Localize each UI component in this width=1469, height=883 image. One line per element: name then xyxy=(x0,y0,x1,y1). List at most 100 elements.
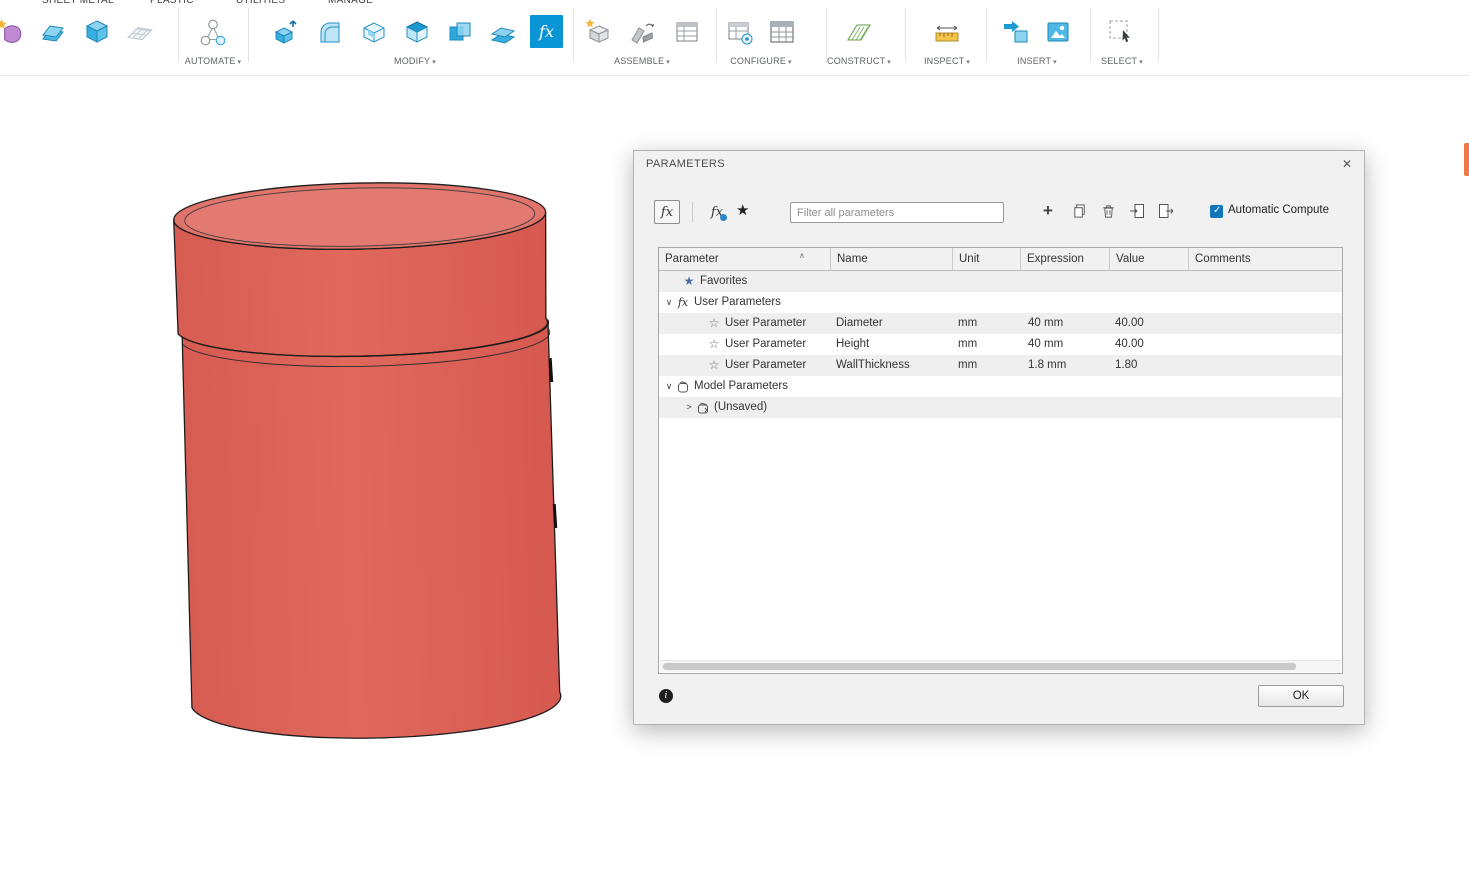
info-icon[interactable]: i xyxy=(659,689,673,703)
cell xyxy=(1189,334,1342,355)
chevron-right-icon[interactable]: > xyxy=(683,397,695,418)
toolbar-separator xyxy=(716,8,717,62)
group-label-select[interactable]: SELECT xyxy=(1101,56,1137,66)
tab-utilities[interactable]: UTILITIES xyxy=(236,0,285,6)
joint-icon[interactable] xyxy=(625,15,659,49)
press-pull-icon[interactable] xyxy=(270,15,304,49)
cell xyxy=(831,292,953,313)
filter-input[interactable] xyxy=(790,202,1004,223)
cell xyxy=(1021,271,1110,292)
cell xyxy=(1021,292,1110,313)
fillet-icon[interactable] xyxy=(313,15,347,49)
group-label-assemble[interactable]: ASSEMBLE xyxy=(614,56,664,66)
automate-icon[interactable] xyxy=(196,15,230,49)
dialog-footer: i OK xyxy=(634,674,1364,724)
toolbar-separator xyxy=(1158,8,1159,62)
parameter-row-favorites[interactable]: ★Favorites xyxy=(659,271,1342,292)
group-label-configure[interactable]: CONFIGURE xyxy=(730,56,786,66)
import-parameters-icon[interactable] xyxy=(1128,202,1146,220)
construct-plane-icon[interactable] xyxy=(842,15,876,49)
parameter-row-height[interactable]: ☆User ParameterHeightmm40 mm40.00 xyxy=(659,334,1342,355)
mesh-icon[interactable] xyxy=(123,15,157,49)
tab-plastic[interactable]: PLASTIC xyxy=(150,0,194,6)
favorite-toggle-icon[interactable]: ☆ xyxy=(706,334,722,355)
user-parameters-fx-button[interactable]: fx xyxy=(654,200,680,224)
header-comments[interactable]: Comments xyxy=(1189,248,1342,270)
canvas-icon[interactable] xyxy=(1041,15,1075,49)
favorite-toggle-icon[interactable]: ☆ xyxy=(706,313,722,334)
configuration-table-icon[interactable] xyxy=(765,15,799,49)
cell: 40.00 xyxy=(1110,334,1189,355)
parameter-row-user-parameters[interactable]: ∨fxUser Parameters xyxy=(659,292,1342,313)
parameters-dialog: PARAMETERS ✕ fx fx ★ + Automatic Compute… xyxy=(633,150,1365,725)
group-label-automate[interactable]: AUTOMATE xyxy=(185,56,236,66)
cell xyxy=(1110,271,1189,292)
chevron-down-icon[interactable]: ∨ xyxy=(663,292,675,313)
group-label-modify[interactable]: MODIFY xyxy=(394,56,430,66)
toolbar-separator xyxy=(1090,8,1091,62)
favorites-filter-star-icon[interactable]: ★ xyxy=(736,201,749,219)
cell: 1.8 mm xyxy=(1021,355,1110,376)
copy-parameter-icon[interactable] xyxy=(1070,202,1088,220)
cell xyxy=(1110,397,1189,418)
cell xyxy=(953,397,1021,418)
header-expression[interactable]: Expression xyxy=(1021,248,1110,270)
export-parameters-icon[interactable] xyxy=(1157,202,1175,220)
ok-button[interactable]: OK xyxy=(1258,685,1344,707)
horizontal-scrollbar[interactable] xyxy=(660,660,1341,672)
solid-box-icon[interactable] xyxy=(80,15,114,49)
header-unit[interactable]: Unit xyxy=(953,248,1021,270)
favorite-toggle-icon[interactable]: ☆ xyxy=(706,355,722,376)
sort-indicator-icon: ∧ xyxy=(799,248,805,267)
model-cylinder[interactable] xyxy=(155,170,575,750)
cell xyxy=(1189,376,1342,397)
tab-sheet-metal[interactable]: SHEET METAL xyxy=(42,0,114,6)
bom-icon[interactable] xyxy=(670,15,704,49)
row-label: Favorites xyxy=(700,271,747,292)
cell xyxy=(1189,355,1342,376)
group-label-construct[interactable]: CONSTRUCT xyxy=(827,56,885,66)
change-parameters-icon[interactable]: fx xyxy=(530,15,563,48)
surface-icon[interactable] xyxy=(36,15,70,49)
cell xyxy=(1189,292,1342,313)
header-parameter[interactable]: Parameter∧ xyxy=(659,248,831,270)
toolbar-separator xyxy=(905,8,906,62)
toolbar-separator xyxy=(178,8,179,62)
cell: 40 mm xyxy=(1021,334,1110,355)
group-label-inspect[interactable]: INSPECT xyxy=(924,56,964,66)
header-name[interactable]: Name xyxy=(831,248,953,270)
tab-manage[interactable]: MANAGE xyxy=(328,0,373,6)
new-component-icon[interactable] xyxy=(581,15,615,49)
parameter-row-unsaved[interactable]: > (Unsaved) xyxy=(659,397,1342,418)
cell: mm xyxy=(953,355,1021,376)
configure-icon[interactable] xyxy=(723,15,757,49)
close-icon[interactable]: ✕ xyxy=(1338,155,1356,173)
toolbar-separator xyxy=(986,8,987,62)
automatic-compute-checkbox[interactable] xyxy=(1210,205,1223,218)
measure-icon[interactable] xyxy=(930,15,964,49)
cell xyxy=(953,271,1021,292)
parameter-row-diameter[interactable]: ☆User ParameterDiametermm40 mm40.00 xyxy=(659,313,1342,334)
header-value[interactable]: Value xyxy=(1110,248,1189,270)
draft-icon[interactable] xyxy=(400,15,434,49)
toolbar-separator xyxy=(248,8,249,62)
select-icon[interactable] xyxy=(1104,15,1138,49)
row-label: (Unsaved) xyxy=(714,397,767,418)
row-label: User Parameter xyxy=(725,334,806,355)
scrollbar-thumb[interactable] xyxy=(663,663,1296,670)
create-form-icon[interactable] xyxy=(0,15,27,49)
group-label-insert[interactable]: INSERT xyxy=(1017,56,1051,66)
cell: 1.80 xyxy=(1110,355,1189,376)
add-parameter-icon[interactable]: + xyxy=(1039,202,1057,220)
derived-parameter-fx-icon[interactable]: fx xyxy=(704,200,730,224)
chevron-down-icon[interactable]: ∨ xyxy=(663,376,675,397)
toolbar-separator xyxy=(692,202,693,222)
insert-derive-icon[interactable] xyxy=(999,15,1033,49)
dialog-title-bar[interactable]: PARAMETERS ✕ xyxy=(634,151,1364,178)
shell-icon[interactable] xyxy=(357,15,391,49)
parameter-row-wallthickness[interactable]: ☆User ParameterWallThicknessmm1.8 mm1.80 xyxy=(659,355,1342,376)
delete-parameter-icon[interactable] xyxy=(1099,202,1117,220)
parameter-row-model-parameters[interactable]: ∨Model Parameters xyxy=(659,376,1342,397)
split-body-icon[interactable] xyxy=(486,15,520,49)
combine-icon[interactable] xyxy=(443,15,477,49)
